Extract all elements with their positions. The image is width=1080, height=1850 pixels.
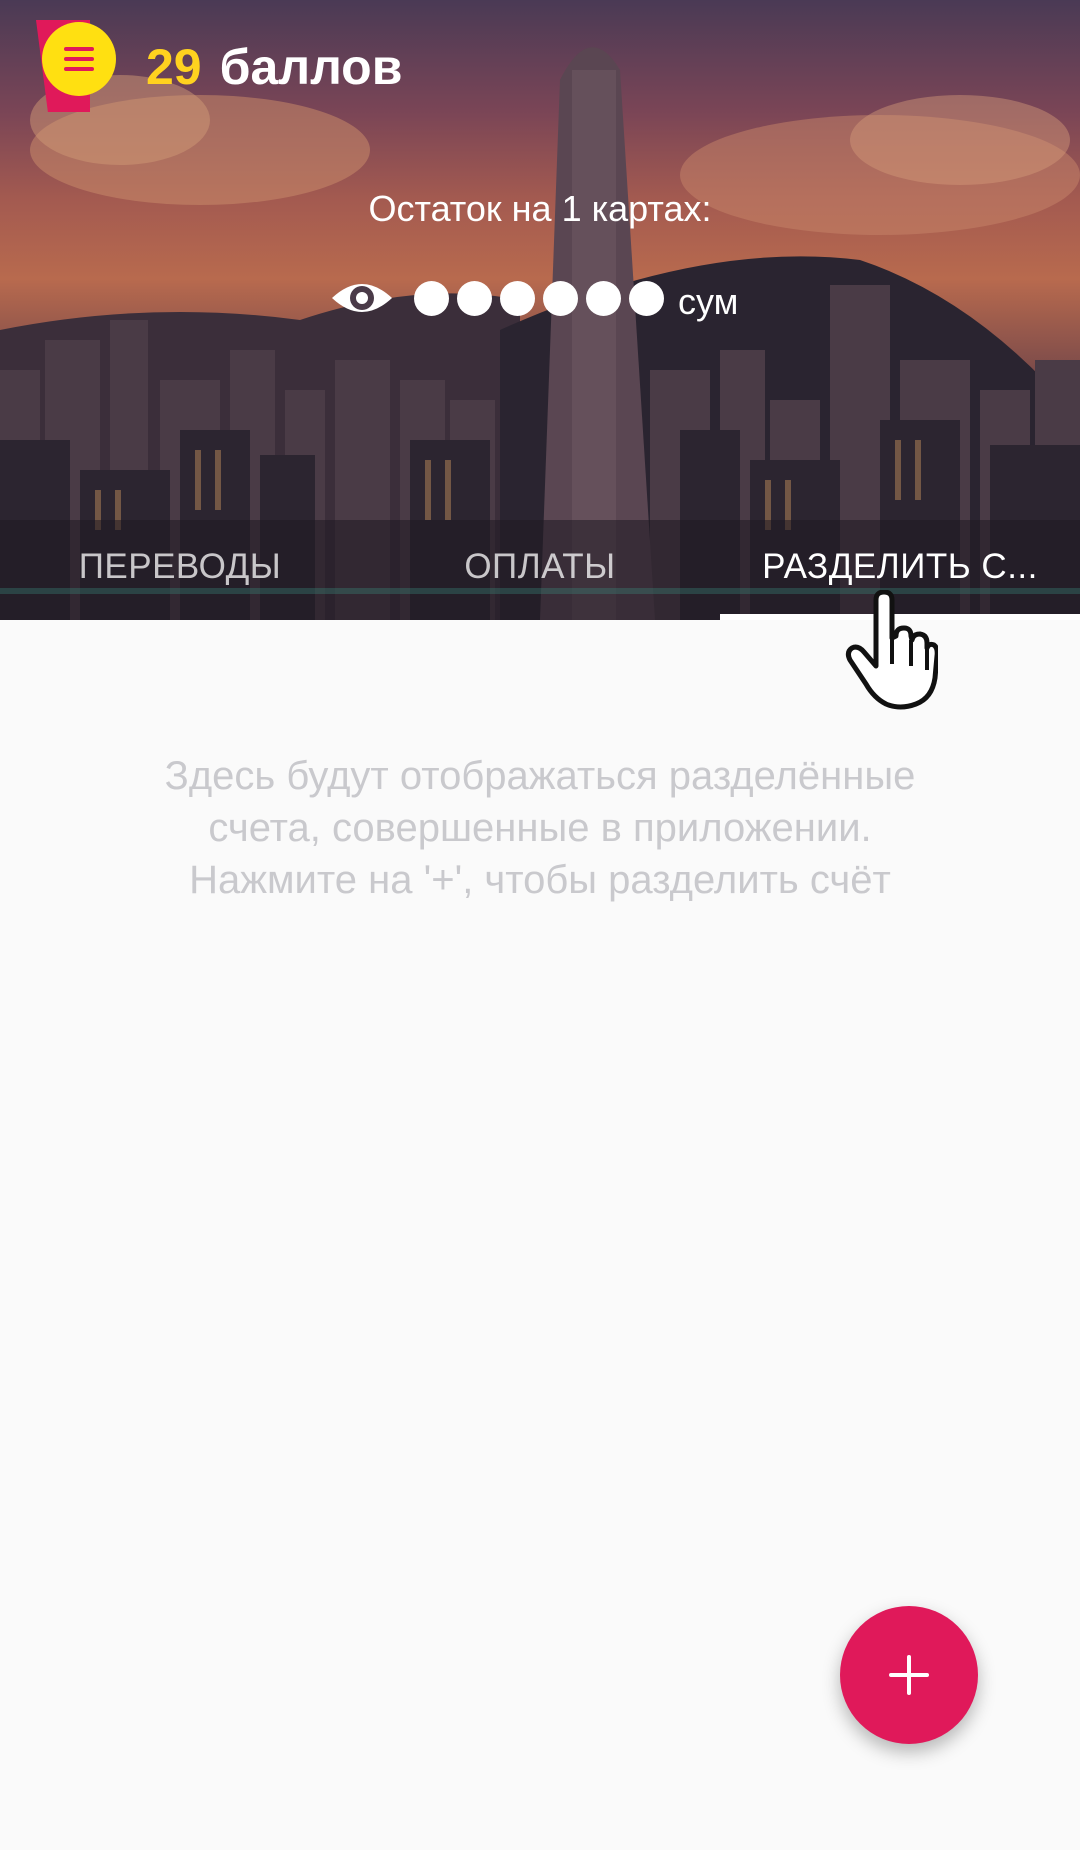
add-split-button[interactable] xyxy=(840,1606,978,1744)
masked-digit-dot xyxy=(414,280,449,316)
balance-currency: сум xyxy=(678,281,739,322)
points-label: баллов xyxy=(219,39,403,95)
balance-row: сум xyxy=(330,268,738,328)
tab-payments[interactable]: ОПЛАТЫ xyxy=(360,528,720,620)
tab-transfers[interactable]: ПЕРЕВОДЫ xyxy=(0,528,360,620)
balance-caption: Остаток на 1 картах: xyxy=(368,188,712,229)
masked-balance xyxy=(414,280,664,316)
empty-state-line: счета, совершенные в приложении. xyxy=(208,806,872,850)
masked-digit-dot xyxy=(543,280,578,316)
menu-icon xyxy=(42,22,116,96)
header-banner: 29 баллов Остаток на 1 картах: сум ПЕРЕВО… xyxy=(0,0,1080,620)
masked-digit-dot xyxy=(629,280,664,316)
points-balance[interactable]: 29 баллов xyxy=(146,38,402,96)
points-value: 29 xyxy=(146,39,202,95)
masked-digit-dot xyxy=(586,280,621,316)
empty-state-line: Здесь будут отображаться разделённые xyxy=(164,754,916,798)
empty-state-line: Нажмите на '+', чтобы разделить счёт xyxy=(189,858,891,902)
masked-digit-dot xyxy=(457,280,492,316)
pointer-hand-icon xyxy=(845,590,938,710)
menu-button[interactable] xyxy=(36,20,116,112)
eye-icon[interactable] xyxy=(330,276,394,320)
masked-digit-dot xyxy=(500,280,535,316)
plus-icon xyxy=(889,1655,929,1695)
empty-state-message: Здесь будут отображаться разделённые сче… xyxy=(60,750,1020,906)
